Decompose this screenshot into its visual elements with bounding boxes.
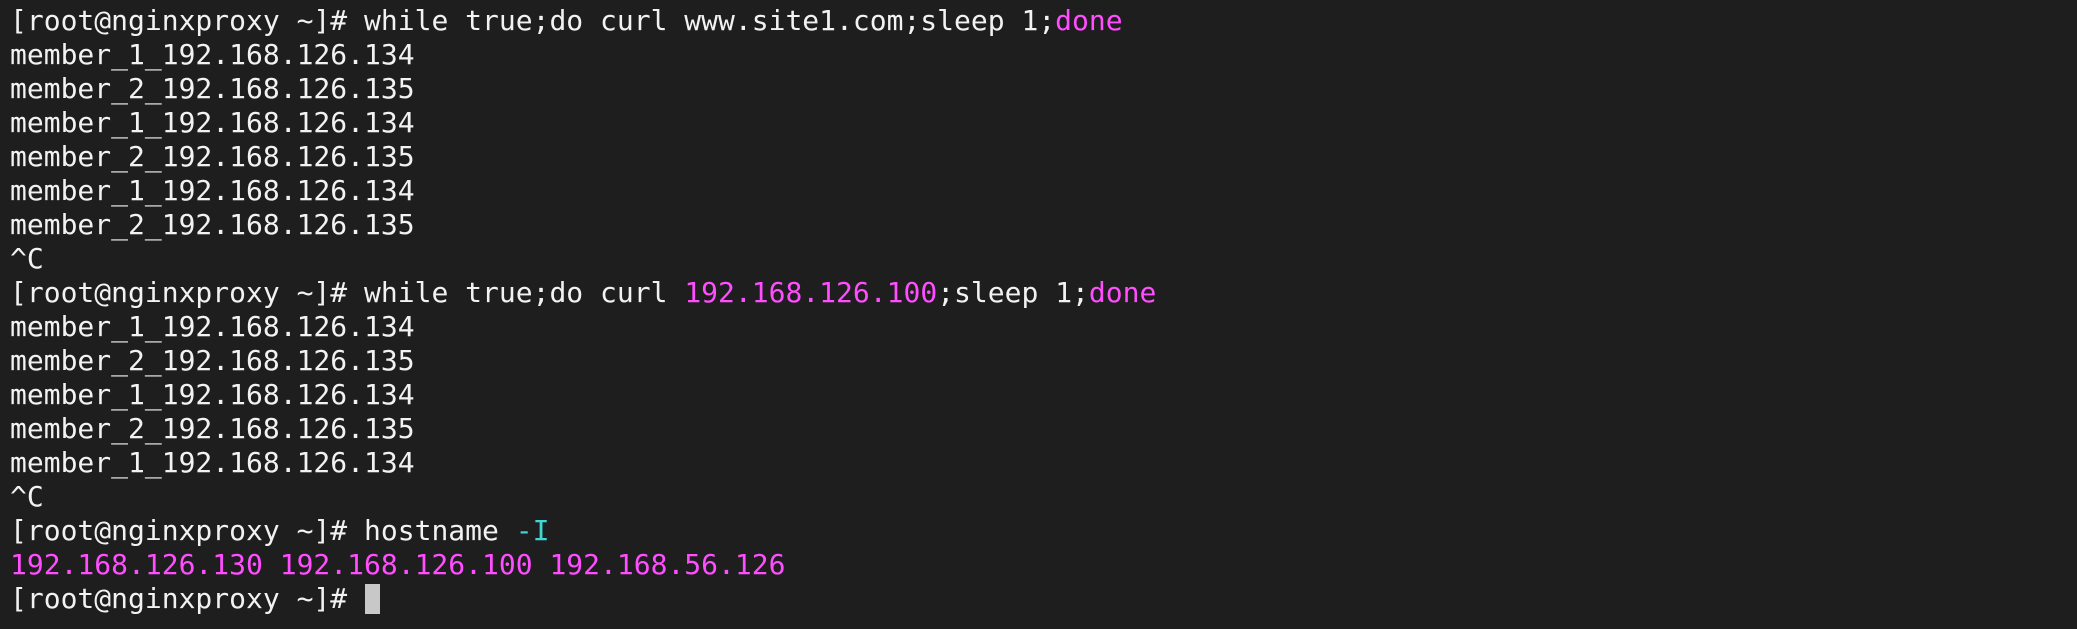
terminal-text: member_2_192.168.126.135 <box>10 344 415 377</box>
terminal-text: 192.168.126.130 192.168.126.100 192.168.… <box>10 548 786 581</box>
output-line: member_1_192.168.126.134 <box>10 310 2077 344</box>
terminal-text: member_1_192.168.126.134 <box>10 310 415 343</box>
output-line: member_1_192.168.126.134 <box>10 106 2077 140</box>
terminal-text: ^C <box>10 480 44 513</box>
terminal-text: [root@nginxproxy ~]# <box>10 514 365 547</box>
terminal-text: member_1_192.168.126.134 <box>10 106 415 139</box>
terminal-text: while true;do curl www.site1.com;sleep 1… <box>364 4 1056 37</box>
terminal-window[interactable]: [root@nginxproxy ~]# while true;do curl … <box>0 0 2077 629</box>
output-line: member_2_192.168.126.135 <box>10 140 2077 174</box>
output-line: member_1_192.168.126.134 <box>10 38 2077 72</box>
output-line: ^C <box>10 242 2077 276</box>
output-line: member_2_192.168.126.135 <box>10 72 2077 106</box>
output-line: member_2_192.168.126.135 <box>10 208 2077 242</box>
terminal-text: member_2_192.168.126.135 <box>10 140 415 173</box>
output-line: member_1_192.168.126.134 <box>10 446 2077 480</box>
terminal-text: member_1_192.168.126.134 <box>10 446 415 479</box>
prompt-line: [root@nginxproxy ~]# while true;do curl … <box>10 4 2077 38</box>
terminal-text: hostname <box>364 514 516 547</box>
terminal-text: member_2_192.168.126.135 <box>10 208 415 241</box>
terminal-text: done <box>1088 276 1157 309</box>
terminal-text: member_1_192.168.126.134 <box>10 38 415 71</box>
terminal-text: member_1_192.168.126.134 <box>10 174 415 207</box>
terminal-text: done <box>1055 4 1123 37</box>
terminal-text: while true;do curl <box>364 276 685 309</box>
output-line: 192.168.126.130 192.168.126.100 192.168.… <box>10 548 2077 582</box>
terminal-text: member_1_192.168.126.134 <box>10 378 415 411</box>
terminal-text: member_2_192.168.126.135 <box>10 72 415 105</box>
output-line: member_1_192.168.126.134 <box>10 174 2077 208</box>
terminal-text: ^C <box>10 242 44 275</box>
terminal-text: [root@nginxproxy ~]# <box>10 4 365 37</box>
terminal-text: [root@nginxproxy ~]# <box>10 582 365 615</box>
output-line: member_1_192.168.126.134 <box>10 378 2077 412</box>
terminal-text: [root@nginxproxy ~]# <box>10 276 365 309</box>
prompt-line: [root@nginxproxy ~]# hostname -I <box>10 514 2077 548</box>
prompt-line: [root@nginxproxy ~]# while true;do curl … <box>10 276 2077 310</box>
text-cursor <box>365 584 381 614</box>
output-line: member_2_192.168.126.135 <box>10 412 2077 446</box>
terminal-text: -I <box>515 514 550 547</box>
terminal-text: 192.168.126.100 <box>684 276 938 309</box>
output-line: member_2_192.168.126.135 <box>10 344 2077 378</box>
terminal-text: ;sleep 1; <box>937 276 1089 309</box>
prompt-line: [root@nginxproxy ~]# <box>10 582 2077 616</box>
output-line: ^C <box>10 480 2077 514</box>
terminal-text: member_2_192.168.126.135 <box>10 412 415 445</box>
